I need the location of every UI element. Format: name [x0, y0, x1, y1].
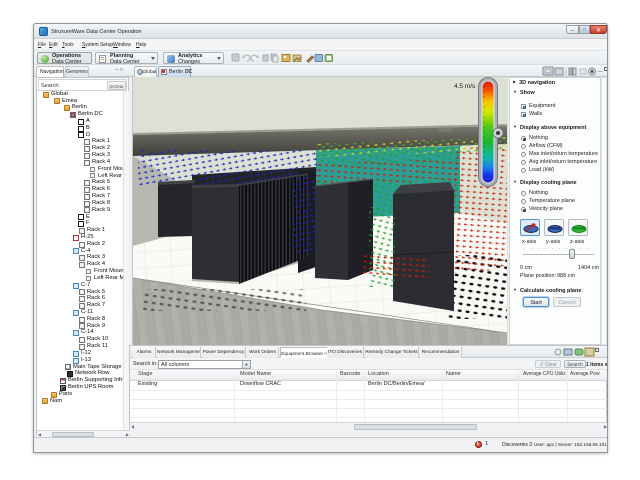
- svg-text:OcRW: OcRW: [438, 128, 453, 134]
- svg-text:─: ─: [597, 69, 603, 75]
- svg-text:4.5 m/s: 4.5 m/s: [454, 83, 476, 90]
